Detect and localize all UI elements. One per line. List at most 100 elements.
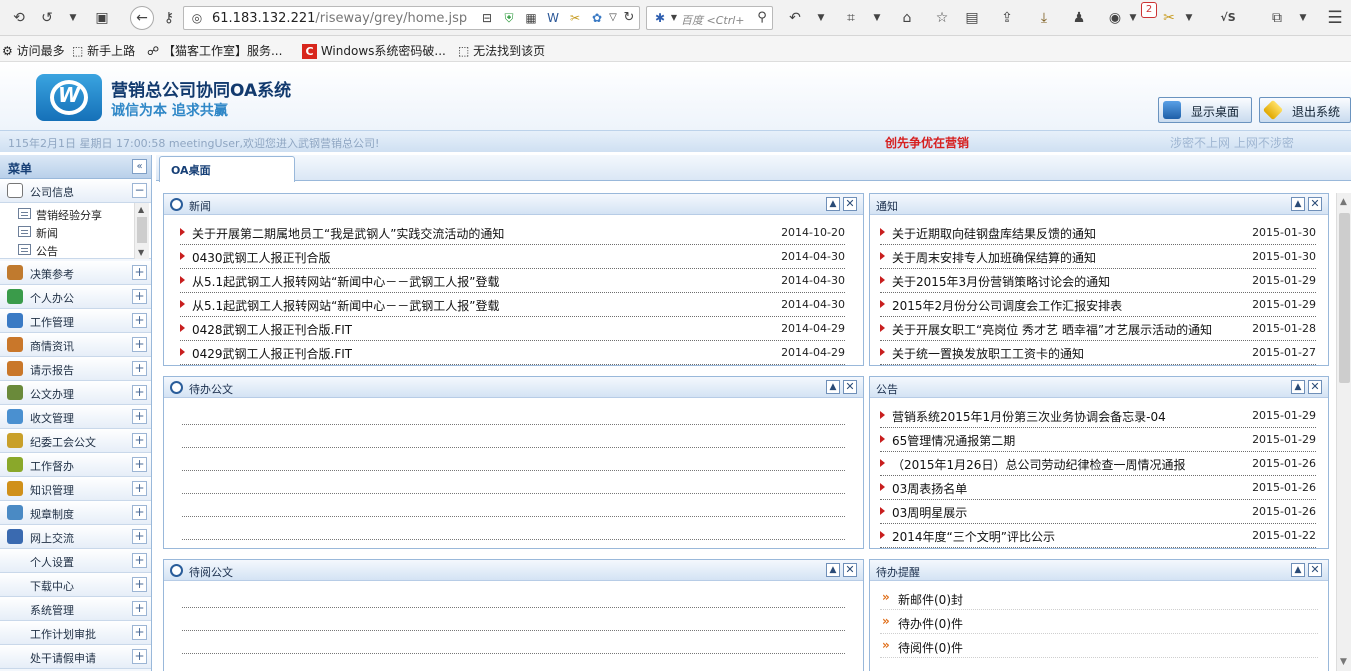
bookmark-most-visited[interactable]: ⚙ 访问最多 [2,42,65,59]
logout-button[interactable]: 退出系统 [1259,97,1351,123]
list-item[interactable]: 关于开展第二期属地员工“我是武钢人”实践交流活动的通知 2014-10-20 [180,221,845,245]
address-bar[interactable]: ◎ 61.183.132.221/riseway/grey/home.jsp ⊟… [183,6,640,30]
close-button[interactable]: ✕ [1308,563,1322,577]
notification-badge[interactable]: 2 [1141,2,1157,18]
crop-icon[interactable]: ⌗ [842,9,860,27]
undo-tab-icon[interactable]: ↺ [38,9,56,27]
list-item[interactable]: （2015年1月26日）总公司劳动纪律检查一周情况通报 2015-01-26 [880,452,1316,476]
expand-icon[interactable]: + [132,265,147,280]
expand-icon[interactable]: + [132,553,147,568]
list-item[interactable]: 关于2015年3月份营销策略讨论会的通知 2015-01-29 [880,269,1316,293]
expand-icon[interactable]: + [132,433,147,448]
main-scrollbar[interactable]: ▲ ▼ [1336,193,1351,671]
close-button[interactable]: ✕ [1308,380,1322,394]
list-item[interactable]: 0429武钢工人报正刊合版.FIT 2014-04-29 [180,341,845,365]
sidebar-item[interactable]: 知识管理 + [0,477,151,501]
collapse-icon[interactable]: − [132,183,147,198]
bookmark-page-not-found[interactable]: ⬚ 无法找到该页 [458,42,545,59]
sidebar-item[interactable]: 工作管理 + [0,309,151,333]
expand-icon[interactable]: + [132,649,147,664]
reminder-new-mail[interactable]: » 新邮件(0)封 [880,586,1318,610]
expand-icon[interactable]: + [132,481,147,496]
sidebar-item[interactable]: 处干请假申请 + [0,645,151,669]
item-title[interactable]: 关于周末安排专人加班确保结算的通知 [892,249,1096,266]
share-icon[interactable]: ⇪ [998,9,1016,27]
expand-icon[interactable]: + [132,601,147,616]
close-button[interactable]: ✕ [843,197,857,211]
shield-icon[interactable]: ⛨ [500,9,518,27]
list-item[interactable]: 营销系统2015年1月份第三次业务协调会备忘录-04 2015-01-29 [880,404,1316,428]
reminder-pending[interactable]: » 待办件(0)件 [880,610,1318,634]
sidebar-item[interactable]: 网上交流 + [0,525,151,549]
sidebar-item[interactable]: 下载中心 + [0,573,151,597]
item-title[interactable]: 0428武钢工人报正刊合版.FIT [192,321,352,338]
item-title[interactable]: 0430武钢工人报正刊合版 [192,249,331,266]
sidebar-item[interactable]: 收文管理 + [0,405,151,429]
item-title[interactable]: 65管理情况通报第二期 [892,432,1015,449]
item-title[interactable]: 营销系统2015年1月份第三次业务协调会备忘录-04 [892,408,1166,425]
sidebar-item[interactable]: 工作计划审批 + [0,621,151,645]
sidebar-item[interactable]: 工作督办 + [0,453,151,477]
download-icon[interactable]: ⤓ [1035,9,1053,27]
home-icon[interactable]: ⌂ [898,9,916,27]
item-title[interactable]: 从5.1起武钢工人报转网站“新闻中心－－武钢工人报”登载 [192,273,500,290]
sidebar-item[interactable]: 个人办公 + [0,285,151,309]
item-title[interactable]: 03周明星展示 [892,504,967,521]
window-icon[interactable]: ⧉ [1268,9,1286,27]
sidebar-item[interactable]: 系统管理 + [0,597,151,621]
minimize-button[interactable]: ▲ [1291,197,1305,211]
expand-icon[interactable]: + [132,289,147,304]
tab-oa-desktop[interactable]: OA桌面 [159,156,295,182]
list-item[interactable]: 关于周末安排专人加班确保结算的通知 2015-01-30 [880,245,1316,269]
close-button[interactable]: ✕ [843,563,857,577]
sidebar-item[interactable]: 纪委工会公文 + [0,429,151,453]
sidebar-item[interactable]: 规章制度 + [0,501,151,525]
expand-icon[interactable]: + [132,505,147,520]
sidebar-item-company-info[interactable]: 公司信息 − [0,179,151,203]
item-title[interactable]: 关于开展女职工“亮岗位 秀才艺 晒幸福”才艺展示活动的通知 [892,321,1212,338]
word-icon[interactable]: W [544,9,562,27]
addon-icon[interactable]: ◉ [1106,9,1124,27]
screenshot-icon[interactable]: ▣ [93,9,111,27]
qr-icon[interactable]: ▦ [522,9,540,27]
item-title[interactable]: （2015年1月26日）总公司劳动纪律检查一周情况通报 [892,456,1185,473]
bookmark-maoke[interactable]: ☍ 【猫客工作室】服务... [147,42,282,59]
refresh-icon[interactable]: ↻ [620,9,638,27]
list-item[interactable]: 03周明星展示 2015-01-26 [880,500,1316,524]
dropdown-icon[interactable]: ▼ [812,9,830,27]
item-title[interactable]: 0429武钢工人报正刊合版.FIT [192,345,352,362]
expand-icon[interactable]: + [132,385,147,400]
user-icon[interactable]: ♟ [1070,9,1088,27]
list-item[interactable]: 从5.1起武钢工人报转网站“新闻中心－－武钢工人报”登载 2014-04-30 [180,293,845,317]
undo-icon[interactable]: ↶ [786,9,804,27]
sidebar-item[interactable]: 个人设置 + [0,549,151,573]
minimize-button[interactable]: ▲ [1291,380,1305,394]
bookmarks-icon[interactable]: ▤ [963,9,981,27]
submenu-scrollbar[interactable]: ▲ ▼ [134,203,149,259]
item-title[interactable]: 关于近期取向硅钢盘库结果反馈的通知 [892,225,1096,242]
dropdown-icon[interactable]: ▼ [1124,9,1142,27]
script-icon[interactable]: √S [1216,9,1240,27]
sidebar-item[interactable]: 请示报告 + [0,357,151,381]
list-item[interactable]: 关于近期取向硅钢盘库结果反馈的通知 2015-01-30 [880,221,1316,245]
list-item[interactable]: 从5.1起武钢工人报转网站“新闻中心－－武钢工人报”登载 2014-04-30 [180,269,845,293]
close-button[interactable]: ✕ [843,380,857,394]
list-item[interactable]: 0430武钢工人报正刊合版 2014-04-30 [180,245,845,269]
list-item[interactable]: 2014年度“三个文明”评比公示 2015-01-22 [880,524,1316,548]
reader-icon[interactable]: ⊟ [478,9,496,27]
list-item[interactable]: 0428武钢工人报正刊合版.FIT 2014-04-29 [180,317,845,341]
item-title[interactable]: 关于开展第二期属地员工“我是武钢人”实践交流活动的通知 [192,225,504,242]
expand-icon[interactable]: + [132,361,147,376]
minimize-button[interactable]: ▲ [826,197,840,211]
close-button[interactable]: ✕ [1308,197,1322,211]
dropdown-icon[interactable]: ▼ [1294,9,1312,27]
expand-icon[interactable]: + [132,529,147,544]
item-title[interactable]: 2014年度“三个文明”评比公示 [892,528,1055,545]
item-title[interactable]: 关于统一置换发放职工工资卡的通知 [892,345,1084,362]
list-item[interactable]: 关于统一置换发放职工工资卡的通知 2015-01-27 [880,341,1316,365]
list-item[interactable]: 03周表扬名单 2015-01-26 [880,476,1316,500]
back-history-icon[interactable]: ⟲ [10,9,28,27]
item-title[interactable]: 2015年2月份分公司调度会工作汇报安排表 [892,297,1122,314]
list-item[interactable]: 关于开展女职工“亮岗位 秀才艺 晒幸福”才艺展示活动的通知 2015-01-28 [880,317,1316,341]
scroll-down-icon[interactable]: ▼ [1340,657,1347,667]
